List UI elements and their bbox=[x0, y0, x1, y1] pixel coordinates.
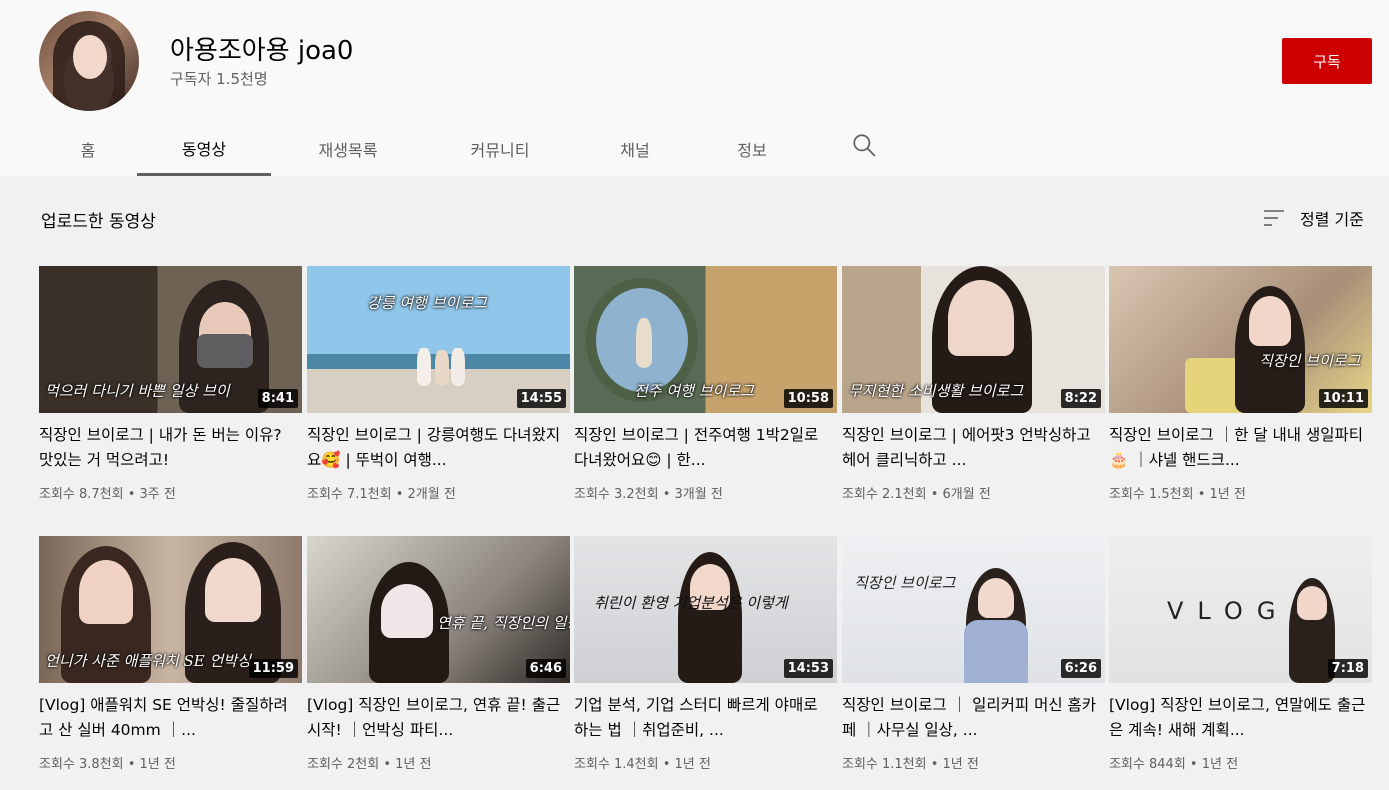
video-meta: 조회수 8.7천회 • 3주 전 bbox=[39, 487, 176, 502]
video-title[interactable]: 직장인 브이로그 ｜한 달 내내 생일파티🎂 ｜샤넬 핸드크... bbox=[1109, 423, 1367, 473]
video-title[interactable]: [Vlog] 직장인 브이로그, 연휴 끝! 출근 시작! ｜언박싱 파티... bbox=[307, 693, 565, 743]
video-duration: 6:26 bbox=[1060, 659, 1101, 678]
video-duration: 11:59 bbox=[248, 659, 298, 678]
video-duration: 14:53 bbox=[783, 659, 833, 678]
video-duration: 14:55 bbox=[516, 389, 566, 408]
section-title: 업로드한 동영상 bbox=[41, 212, 156, 232]
video-duration: 10:58 bbox=[783, 389, 833, 408]
video-title[interactable]: [Vlog] 직장인 브이로그, 연말에도 출근은 계속! 새해 계획... bbox=[1109, 693, 1367, 743]
video-meta: 조회수 3.8천회 • 1년 전 bbox=[39, 757, 176, 772]
subscribe-button[interactable]: 구독 bbox=[1282, 38, 1372, 84]
thumbnail-caption: 전주 여행 브이로그 bbox=[634, 382, 754, 400]
thumbnail-caption: 강릉 여행 브이로그 bbox=[367, 294, 487, 312]
video-duration: 8:41 bbox=[257, 389, 298, 408]
video-meta: 조회수 1.5천회 • 1년 전 bbox=[1109, 487, 1246, 502]
sort-label: 정렬 기준 bbox=[1300, 210, 1364, 229]
video-meta: 조회수 3.2천회 • 3개월 전 bbox=[574, 487, 723, 502]
sort-icon bbox=[1264, 210, 1284, 226]
thumbnail-caption: 먹으러 다니기 바쁜 일상 브이 bbox=[45, 382, 230, 400]
channel-avatar[interactable] bbox=[39, 11, 139, 111]
video-title[interactable]: 직장인 브이로그 | 내가 돈 버는 이유? 맛있는 거 먹으려고! bbox=[39, 423, 297, 473]
video-card[interactable]: 직장인 브이로그 10:11 직장인 브이로그 ｜한 달 내내 생일파티🎂 ｜샤… bbox=[1109, 266, 1372, 516]
thumbnail-caption: 직장인 브이로그 bbox=[1259, 352, 1361, 370]
subscriber-count: 구독자 1.5천명 bbox=[170, 70, 268, 88]
tab-home[interactable]: 홈 bbox=[39, 122, 137, 176]
video-thumbnail[interactable]: 연휴 끝, 직장인의 일상은 여전하다 6:46 bbox=[307, 536, 570, 683]
tab-about[interactable]: 정보 bbox=[712, 122, 792, 176]
thumbnail-caption: 언니가 사준 애플워치 SE 언박싱 bbox=[45, 652, 251, 670]
video-duration: 7:18 bbox=[1327, 659, 1368, 678]
video-thumbnail[interactable]: 전주 여행 브이로그 10:58 bbox=[574, 266, 837, 413]
video-card[interactable]: 취린이 환영 기업분석은 이렇게 14:53 기업 분석, 기업 스터디 빠르게… bbox=[574, 536, 837, 786]
video-thumbnail[interactable]: 직장인 브이로그 10:11 bbox=[1109, 266, 1372, 413]
video-card[interactable]: VLOG 7:18 [Vlog] 직장인 브이로그, 연말에도 출근은 계속! … bbox=[1109, 536, 1372, 786]
video-title[interactable]: 기업 분석, 기업 스터디 빠르게 야매로 하는 법 ｜취업준비, ... bbox=[574, 693, 832, 743]
thumbnail-caption: 직장인 브이로그 bbox=[854, 574, 956, 592]
thumbnail-caption: VLOG bbox=[1167, 597, 1290, 625]
video-thumbnail[interactable]: 강릉 여행 브이로그 14:55 bbox=[307, 266, 570, 413]
video-card[interactable]: 연휴 끝, 직장인의 일상은 여전하다 6:46 [Vlog] 직장인 브이로그… bbox=[307, 536, 570, 786]
video-meta: 조회수 844회 • 1년 전 bbox=[1109, 757, 1239, 772]
thumbnail-caption: 연휴 끝, 직장인의 일상은 여전하다 bbox=[437, 614, 570, 632]
tab-videos[interactable]: 동영상 bbox=[137, 122, 271, 176]
video-title[interactable]: 직장인 브이로그 | 강릉여행도 다녀왔지요🥰 | 뚜벅이 여행... bbox=[307, 423, 565, 473]
channel-header: 아용조아용 joa0 구독자 1.5천명 구독 홈 동영상 재생목록 커뮤니티 … bbox=[0, 0, 1389, 176]
video-card[interactable]: 언니가 사준 애플워치 SE 언박싱 11:59 [Vlog] 애플워치 SE … bbox=[39, 536, 302, 786]
video-title[interactable]: 직장인 브이로그 ｜ 일리커피 머신 홈카페 ｜사무실 일상, ... bbox=[842, 693, 1100, 743]
sort-button[interactable]: 정렬 기준 bbox=[1262, 206, 1364, 230]
video-meta: 조회수 1.1천회 • 1년 전 bbox=[842, 757, 979, 772]
tab-community[interactable]: 커뮤니티 bbox=[440, 122, 560, 176]
search-icon[interactable] bbox=[851, 132, 877, 158]
video-thumbnail[interactable]: 직장인 브이로그 6:26 bbox=[842, 536, 1105, 683]
video-card[interactable]: 강릉 여행 브이로그 14:55 직장인 브이로그 | 강릉여행도 다녀왔지요🥰… bbox=[307, 266, 570, 516]
video-title[interactable]: 직장인 브이로그 | 에어팟3 언박싱하고 헤어 클리닉하고 ... bbox=[842, 423, 1100, 473]
channel-name: 아용조아용 joa0 bbox=[170, 36, 354, 66]
video-title[interactable]: [Vlog] 애플워치 SE 언박싱! 줄질하려고 산 실버 40mm ｜... bbox=[39, 693, 297, 743]
video-card[interactable]: 무지현한 소비생활 브이로그 8:22 직장인 브이로그 | 에어팟3 언박싱하… bbox=[842, 266, 1105, 516]
tab-playlists[interactable]: 재생목록 bbox=[290, 122, 406, 176]
video-card[interactable]: 먹으러 다니기 바쁜 일상 브이 8:41 직장인 브이로그 | 내가 돈 버는… bbox=[39, 266, 302, 516]
video-meta: 조회수 7.1천회 • 2개월 전 bbox=[307, 487, 456, 502]
video-duration: 6:46 bbox=[525, 659, 566, 678]
video-duration: 10:11 bbox=[1318, 389, 1368, 408]
video-thumbnail[interactable]: 언니가 사준 애플워치 SE 언박싱 11:59 bbox=[39, 536, 302, 683]
video-thumbnail[interactable]: 취린이 환영 기업분석은 이렇게 14:53 bbox=[574, 536, 837, 683]
video-title[interactable]: 직장인 브이로그 | 전주여행 1박2일로 다녀왔어요😊 | 한... bbox=[574, 423, 832, 473]
video-meta: 조회수 2.1천회 • 6개월 전 bbox=[842, 487, 991, 502]
channel-tabs: 홈 동영상 재생목록 커뮤니티 채널 정보 bbox=[0, 122, 1389, 176]
video-thumbnail[interactable]: 무지현한 소비생활 브이로그 8:22 bbox=[842, 266, 1105, 413]
video-meta: 조회수 2천회 • 1년 전 bbox=[307, 757, 432, 772]
videos-section: 업로드한 동영상 정렬 기준 먹으러 다니기 바쁜 일상 브이 8:41 직장인… bbox=[0, 176, 1389, 790]
video-duration: 8:22 bbox=[1060, 389, 1101, 408]
video-thumbnail[interactable]: VLOG 7:18 bbox=[1109, 536, 1372, 683]
video-card[interactable]: 전주 여행 브이로그 10:58 직장인 브이로그 | 전주여행 1박2일로 다… bbox=[574, 266, 837, 516]
video-thumbnail[interactable]: 먹으러 다니기 바쁜 일상 브이 8:41 bbox=[39, 266, 302, 413]
tab-channels[interactable]: 채널 bbox=[595, 122, 675, 176]
thumbnail-caption: 취린이 환영 기업분석은 이렇게 bbox=[594, 594, 788, 612]
video-card[interactable]: 직장인 브이로그 6:26 직장인 브이로그 ｜ 일리커피 머신 홈카페 ｜사무… bbox=[842, 536, 1105, 786]
thumbnail-caption: 무지현한 소비생활 브이로그 bbox=[848, 382, 1024, 400]
video-meta: 조회수 1.4천회 • 1년 전 bbox=[574, 757, 711, 772]
